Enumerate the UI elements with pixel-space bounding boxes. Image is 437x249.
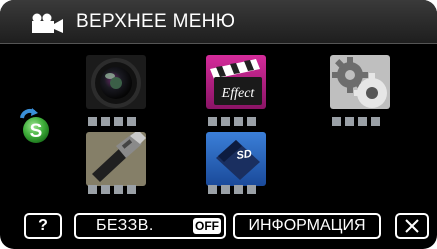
page-indicator (88, 117, 136, 126)
info-button[interactable]: ИНФОРМАЦИЯ (233, 213, 381, 239)
mute-button[interactable]: БЕЗЗВ. OFF (74, 213, 226, 239)
s-mode-switch-icon[interactable]: S (10, 108, 54, 144)
gears-icon (332, 57, 387, 108)
mute-button-label: БЕЗЗВ. (96, 217, 154, 234)
settings-tile[interactable] (330, 55, 390, 109)
help-button[interactable]: ? (24, 213, 62, 239)
effect-clapperboard-icon: Effect (210, 59, 262, 105)
close-button[interactable] (395, 213, 429, 239)
menu-screen: ВЕРХНЕЕ МЕНЮ Effect SD S ? БЕЗЗВ. OFF ИН… (0, 0, 437, 249)
help-button-label: ? (38, 217, 48, 234)
svg-text:SD: SD (236, 148, 253, 162)
header-bar: ВЕРХНЕЕ МЕНЮ (0, 0, 437, 44)
media-settings-tile[interactable]: SD (206, 132, 266, 186)
svg-text:Effect: Effect (221, 86, 256, 101)
info-button-label: ИНФОРМАЦИЯ (248, 217, 366, 234)
page-indicator (208, 185, 256, 194)
mute-state-badge: OFF (193, 218, 221, 234)
page-indicator (88, 185, 136, 194)
effect-tile[interactable]: Effect (206, 55, 266, 109)
svg-text:S: S (30, 121, 43, 142)
page-title: ВЕРХНЕЕ МЕНЮ (76, 11, 236, 32)
close-icon (405, 219, 419, 233)
hdmi-cable-icon (86, 132, 146, 186)
page-indicator (208, 117, 256, 126)
camera-settings-tile[interactable] (86, 55, 146, 109)
connection-tile[interactable] (86, 132, 146, 186)
camera-lens-icon (91, 58, 141, 108)
sd-card-icon: SD (216, 140, 260, 180)
page-indicator (332, 117, 380, 126)
video-camera-icon (32, 13, 63, 33)
